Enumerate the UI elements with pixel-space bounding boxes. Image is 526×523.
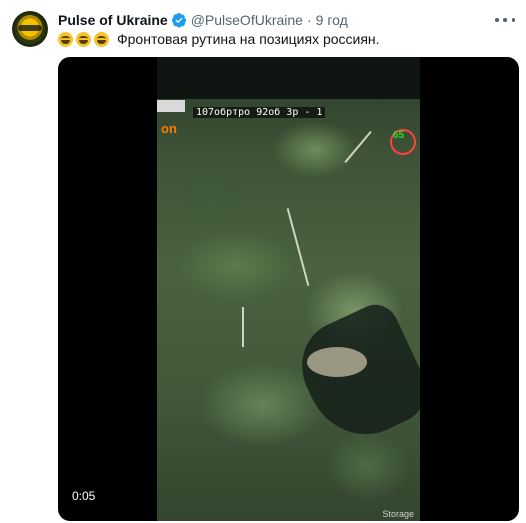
overlay-block (157, 100, 185, 112)
grinning-face-emoji (58, 31, 73, 47)
video-frame[interactable]: 107обртро 92об 3р - 1 on 65 Storage (157, 57, 420, 521)
tweet-message: Фронтовая рутина на позициях россиян. (117, 31, 380, 47)
video-watermark: Storage (382, 509, 414, 519)
video-dark-top (157, 57, 420, 99)
grinning-face-emoji (94, 31, 109, 47)
tweet-time[interactable]: 9 год (316, 12, 348, 28)
overlay-word: on (161, 121, 177, 136)
verified-badge-icon (171, 13, 186, 28)
separator-dot: · (306, 12, 312, 28)
tweet-header: Pulse of Ukraine @PulseOfUkraine · 9 год (58, 10, 348, 30)
tweet-text: Фронтовая рутина на позициях россиян. (58, 31, 380, 47)
video-duration: 0:05 (68, 487, 100, 505)
grinning-face-emoji (76, 31, 91, 47)
video-branch (344, 131, 372, 163)
more-options-icon[interactable] (495, 12, 515, 28)
video-overlay-bar: 107обртро 92об 3р - 1 (157, 100, 420, 120)
video-branch (286, 208, 310, 286)
avatar-scribble (18, 25, 42, 31)
avatar[interactable] (12, 11, 48, 47)
video-player[interactable]: 107обртро 92об 3р - 1 on 65 Storage 0:05 (58, 57, 519, 521)
overlay-label: 107обртро 92об 3р - 1 (193, 107, 326, 118)
video-trench (286, 297, 420, 453)
video-debris (307, 347, 367, 377)
video-crosshair-line (242, 307, 244, 347)
tweet[interactable]: Pulse of Ukraine @PulseOfUkraine · 9 год… (0, 0, 526, 523)
author-handle[interactable]: @PulseOfUkraine (191, 12, 303, 28)
overlay-gauge-value: 65 (393, 130, 405, 141)
author-name[interactable]: Pulse of Ukraine (58, 12, 168, 28)
